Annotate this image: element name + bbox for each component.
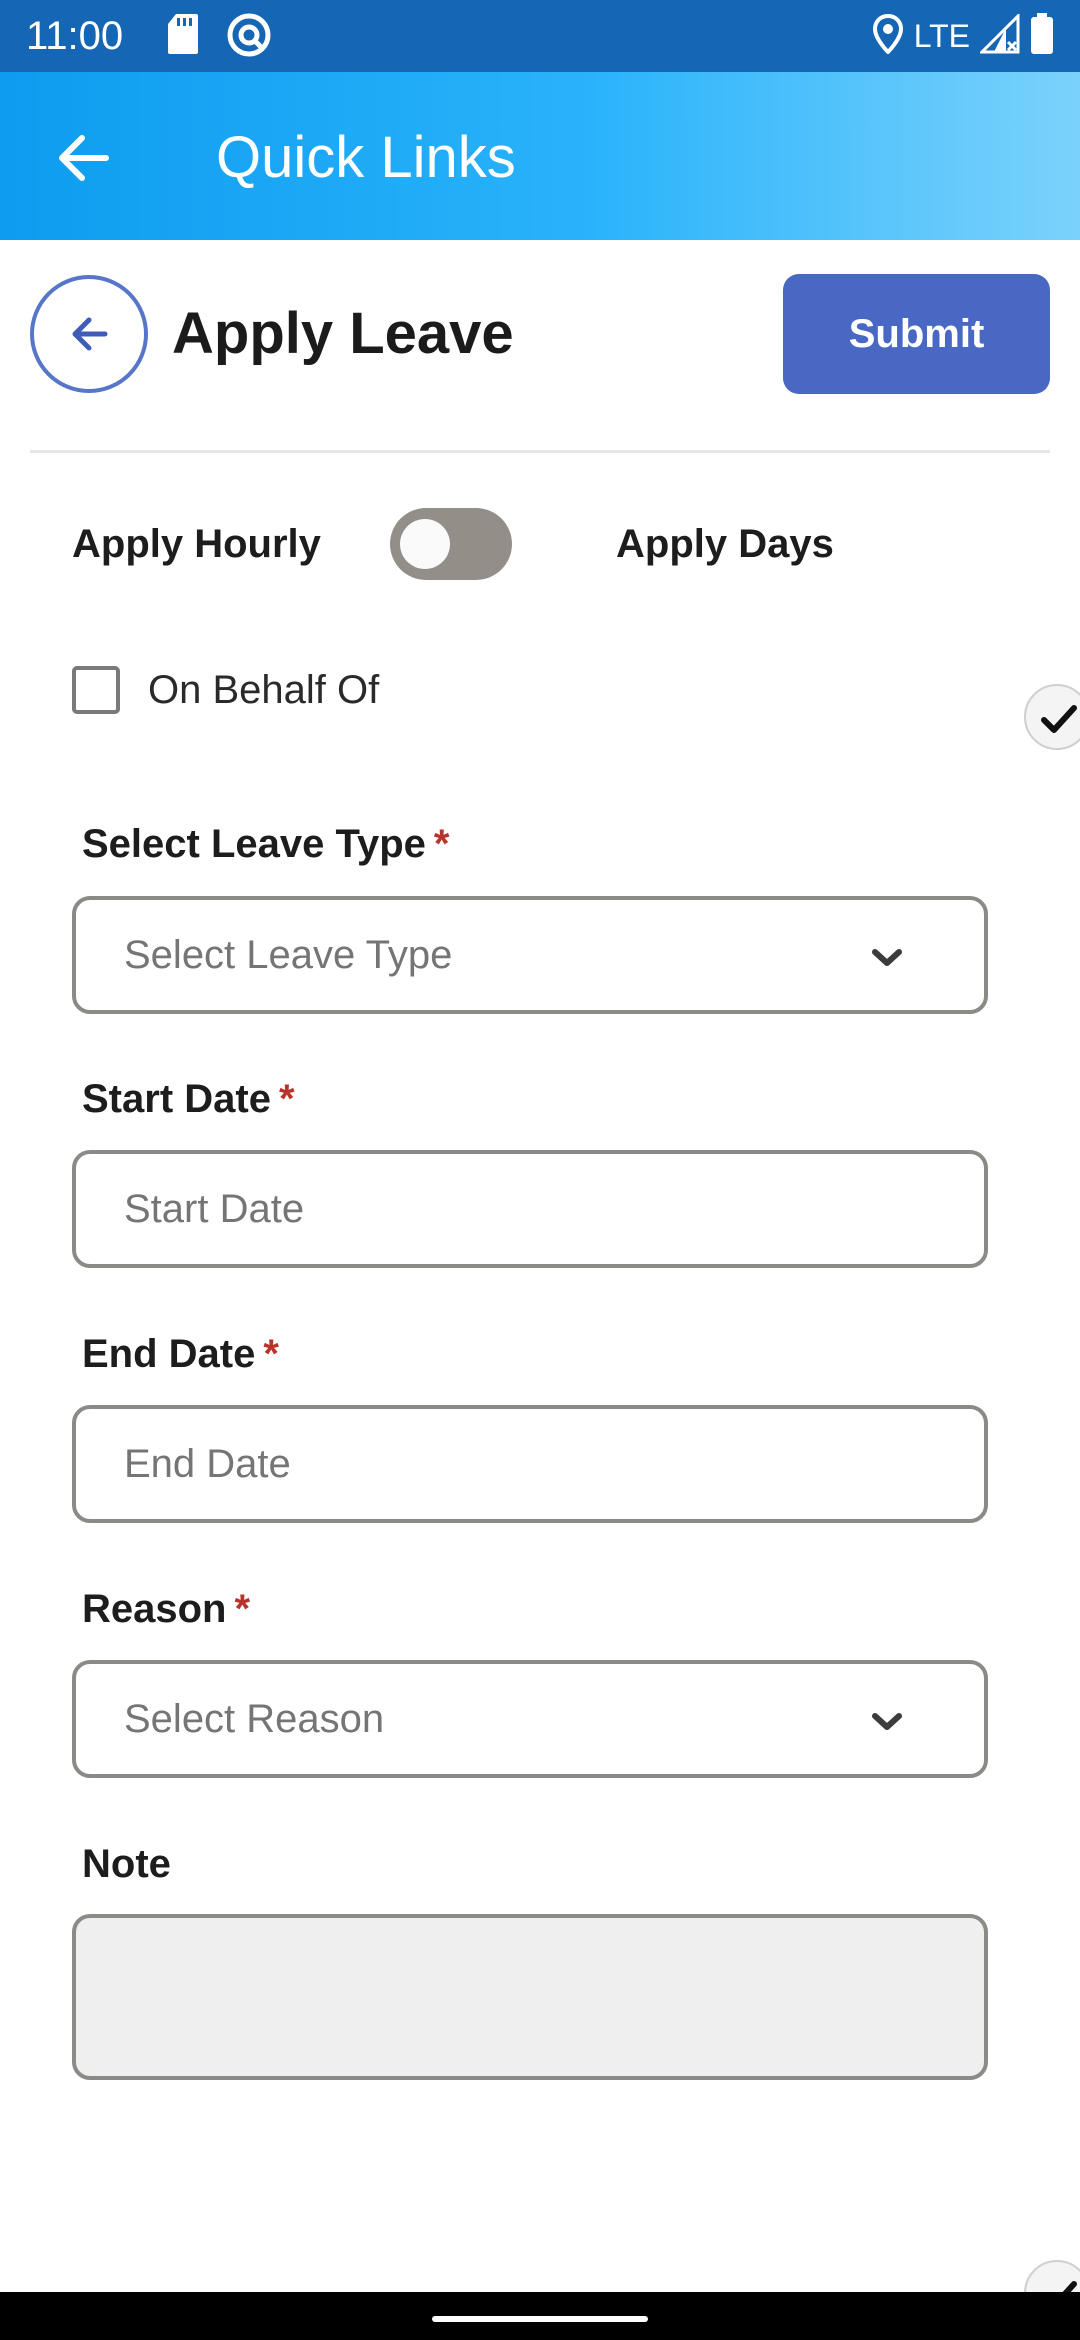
check-badge[interactable]	[1024, 684, 1080, 750]
status-right-group: LTE	[872, 8, 1054, 64]
end-date-label: End Date *	[82, 1326, 279, 1382]
leave-type-label: Select Leave Type *	[82, 816, 449, 872]
apply-hourly-label: Apply Hourly	[72, 522, 321, 566]
back-button[interactable]	[30, 275, 148, 393]
start-date-label-text: Start Date	[82, 1077, 271, 1121]
status-time: 11:00	[26, 14, 124, 58]
note-label: Note	[82, 1842, 171, 1886]
signal-icon	[978, 11, 1020, 59]
location-pin-icon	[872, 13, 904, 59]
network-type: LTE	[913, 18, 970, 54]
on-behalf-label: On Behalf Of	[148, 668, 380, 712]
status-bar: 11:00 LTE	[0, 0, 1080, 72]
on-behalf-row: On Behalf Of	[0, 650, 1080, 730]
chevron-down-icon	[870, 1710, 904, 1739]
required-mark: *	[263, 1332, 279, 1376]
required-mark: *	[433, 822, 450, 866]
on-behalf-checkbox[interactable]	[72, 666, 120, 714]
toggle-knob	[400, 519, 450, 569]
start-date-placeholder: Start Date	[124, 1187, 305, 1231]
vpn-key-icon	[226, 12, 272, 63]
reason-select[interactable]: Select Reason	[72, 1660, 988, 1778]
reason-placeholder: Select Reason	[124, 1697, 385, 1741]
arrow-left-icon[interactable]	[48, 122, 120, 194]
header-divider	[30, 450, 1050, 453]
leave-type-label-text: Select Leave Type	[82, 822, 426, 866]
app-bar: Quick Links	[0, 72, 1080, 240]
chevron-down-icon	[870, 946, 904, 975]
home-gesture-pill[interactable]	[432, 2316, 648, 2322]
leave-type-placeholder: Select Leave Type	[124, 933, 453, 977]
required-mark: *	[234, 1587, 251, 1631]
apply-mode-toggle-row: Apply Hourly Apply Days	[0, 490, 1080, 600]
end-date-label-text: End Date	[82, 1332, 256, 1376]
battery-icon	[1030, 12, 1054, 60]
system-nav-bar	[0, 2292, 1080, 2340]
submit-button[interactable]: Submit	[783, 274, 1050, 394]
end-date-input[interactable]: End Date	[72, 1405, 988, 1523]
leave-type-select[interactable]: Select Leave Type	[72, 896, 988, 1014]
note-textarea[interactable]	[72, 1914, 988, 2080]
start-date-label: Start Date *	[82, 1071, 295, 1127]
page-title: Apply Leave	[172, 301, 514, 366]
end-date-placeholder: End Date	[124, 1442, 291, 1486]
page-header: Apply Leave Submit	[0, 240, 1080, 452]
sd-card-icon	[166, 12, 200, 61]
start-date-input[interactable]: Start Date	[72, 1150, 988, 1268]
apply-days-label: Apply Days	[616, 522, 834, 566]
reason-label: Reason *	[82, 1581, 250, 1637]
apply-mode-toggle[interactable]	[390, 508, 512, 580]
reason-label-text: Reason	[82, 1587, 227, 1631]
required-mark: *	[278, 1077, 295, 1121]
app-bar-title: Quick Links	[216, 125, 516, 190]
